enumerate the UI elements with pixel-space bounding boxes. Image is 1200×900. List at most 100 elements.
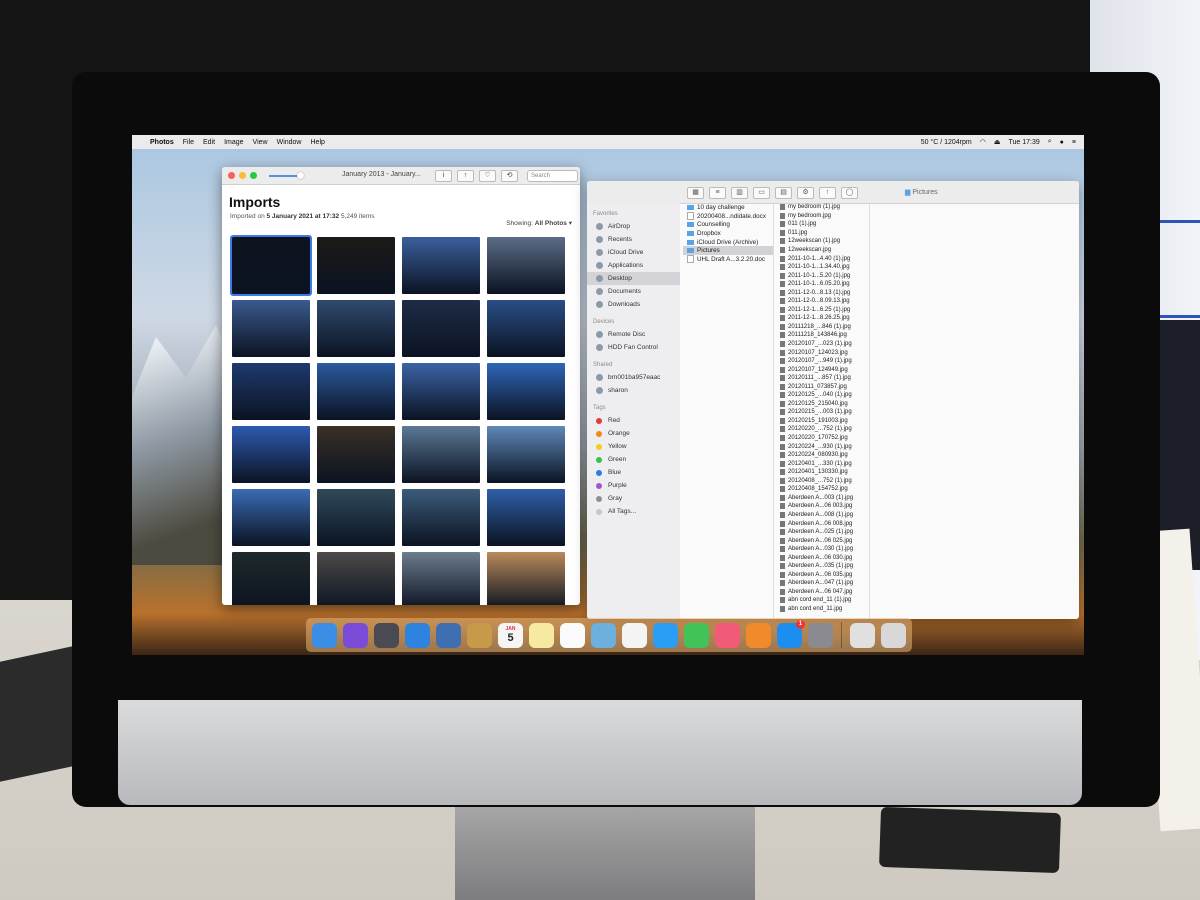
- tag-icon[interactable]: ◯: [841, 187, 858, 199]
- eject-icon[interactable]: ⏏: [994, 138, 1001, 146]
- music-icon[interactable]: [715, 622, 740, 648]
- action-gear-icon[interactable]: ⚙: [797, 187, 814, 199]
- pictures-item[interactable]: 20120408_...752 (1).jpg: [777, 477, 869, 486]
- sidebar-tag-all-tags-[interactable]: All Tags...: [587, 505, 680, 518]
- menu-file[interactable]: File: [183, 139, 194, 146]
- gallery-view-button[interactable]: ▭: [753, 187, 770, 199]
- preview-icon[interactable]: [436, 622, 461, 648]
- photo-thumbnail[interactable]: [317, 300, 395, 357]
- showing-filter[interactable]: Showing: All Photos ▾: [506, 219, 572, 227]
- launchpad-icon[interactable]: [374, 622, 399, 648]
- messages-icon[interactable]: [653, 622, 678, 648]
- photos-search-input[interactable]: Search: [527, 170, 578, 182]
- app-store-icon[interactable]: 1: [777, 619, 805, 648]
- sidebar-tag-green[interactable]: Green: [587, 453, 680, 466]
- pictures-item[interactable]: 011 (1).jpg: [777, 220, 869, 229]
- icon-view-button[interactable]: ▦: [687, 187, 704, 199]
- sidebar-item-airdrop[interactable]: AirDrop: [587, 220, 680, 233]
- pictures-item[interactable]: 20120401_...330 (1).jpg: [777, 459, 869, 468]
- photo-thumbnail[interactable]: [317, 363, 395, 420]
- photo-thumbnail[interactable]: [402, 552, 480, 605]
- pictures-item[interactable]: 12weekscan (1).jpg: [777, 237, 869, 246]
- pictures-item[interactable]: 20120111_...857 (1).jpg: [777, 374, 869, 383]
- pictures-item[interactable]: 20120107_...023 (1).jpg: [777, 340, 869, 349]
- photo-thumbnail[interactable]: [232, 489, 310, 546]
- pictures-item[interactable]: Aberdeen A...06 025.jpg: [777, 536, 869, 545]
- menu-edit[interactable]: Edit: [203, 139, 215, 146]
- pictures-item[interactable]: Aberdeen A...047 (1).jpg: [777, 579, 869, 588]
- photo-thumbnail[interactable]: [487, 552, 565, 605]
- pictures-item[interactable]: 20120215_...003 (1).jpg: [777, 408, 869, 417]
- finder-icon[interactable]: [312, 622, 337, 648]
- photo-thumbnail[interactable]: [487, 237, 565, 294]
- photos-icon[interactable]: [622, 622, 647, 648]
- pictures-item[interactable]: 2011-10-1...6.05.20.jpg: [777, 280, 869, 289]
- search-icon[interactable]: ⌕: [1048, 138, 1052, 146]
- sidebar-tag-gray[interactable]: Gray: [587, 492, 680, 505]
- desktop-item[interactable]: 10 day challenge: [683, 203, 773, 212]
- pictures-item[interactable]: 20120107_...949 (1).jpg: [777, 357, 869, 366]
- pictures-item[interactable]: 2011-10-1...1.34.40.jpg: [777, 263, 869, 272]
- pictures-item[interactable]: 2011-12-1...6.25 (1).jpg: [777, 306, 869, 315]
- pictures-item[interactable]: 2011-12-1...8.26.25.jpg: [777, 314, 869, 323]
- pictures-item[interactable]: my bedroom (1).jpg: [777, 203, 869, 212]
- list-view-button[interactable]: ≡: [709, 187, 726, 199]
- calendar-icon[interactable]: JAN 5: [498, 622, 523, 648]
- pictures-item[interactable]: 20120107_124023.jpg: [777, 348, 869, 357]
- books-icon[interactable]: [746, 622, 771, 648]
- pictures-item[interactable]: 20111218_...846 (1).jpg: [777, 323, 869, 332]
- sidebar-item-recents[interactable]: Recents: [587, 233, 680, 246]
- sidebar-item-downloads[interactable]: Downloads: [587, 298, 680, 311]
- user-icon[interactable]: ●: [1060, 139, 1064, 146]
- photo-thumbnail[interactable]: [317, 489, 395, 546]
- sidebar-shared-sharon[interactable]: sharon: [587, 384, 680, 397]
- trash-icon[interactable]: [881, 622, 906, 648]
- pictures-item[interactable]: Aberdeen A...025 (1).jpg: [777, 528, 869, 537]
- reminders-icon[interactable]: [560, 622, 585, 648]
- pictures-item[interactable]: 20120111_073857.jpg: [777, 382, 869, 391]
- contacts-icon[interactable]: [467, 622, 492, 648]
- pictures-item[interactable]: 20120224_080930.jpg: [777, 451, 869, 460]
- pictures-item[interactable]: Aberdeen A...030 (1).jpg: [777, 545, 869, 554]
- notes-icon[interactable]: [529, 622, 554, 648]
- pictures-item[interactable]: 20120107_124949.jpg: [777, 365, 869, 374]
- desktop-item[interactable]: 20200408...ndidate.docx: [683, 212, 773, 221]
- rotate-icon[interactable]: ⟲: [501, 170, 518, 182]
- photo-thumbnail[interactable]: [232, 552, 310, 605]
- photo-thumbnail[interactable]: [487, 489, 565, 546]
- pictures-item[interactable]: 2011-12-0...8.09.13.jpg: [777, 297, 869, 306]
- pictures-item[interactable]: Aberdeen A...008 (1).jpg: [777, 511, 869, 520]
- sidebar-device-remote-disc[interactable]: Remote Disc: [587, 328, 680, 341]
- pictures-item[interactable]: 2011-12-0...8.13 (1).jpg: [777, 288, 869, 297]
- pictures-item[interactable]: Aberdeen A...06 035.jpg: [777, 571, 869, 580]
- pictures-item[interactable]: Aberdeen A...035 (1).jpg: [777, 562, 869, 571]
- sidebar-item-icloud-drive[interactable]: iCloud Drive: [587, 246, 680, 259]
- wifi-icon[interactable]: ◠: [980, 138, 986, 146]
- sidebar-tag-red[interactable]: Red: [587, 414, 680, 427]
- desktop-item[interactable]: Dropbox: [683, 229, 773, 238]
- clock[interactable]: Tue 17:39: [1008, 139, 1039, 146]
- pictures-item[interactable]: 20111218_143846.jpg: [777, 331, 869, 340]
- maps-icon[interactable]: [591, 622, 616, 648]
- pictures-item[interactable]: 20120220_...752 (1).jpg: [777, 425, 869, 434]
- safari-icon[interactable]: [405, 622, 430, 648]
- group-button[interactable]: ▤: [775, 187, 792, 199]
- photo-thumbnail[interactable]: [230, 235, 312, 296]
- share-icon[interactable]: ↑: [457, 170, 474, 182]
- desktop-item[interactable]: iCloud Drive (Archive): [683, 238, 773, 247]
- column-view-button[interactable]: ▥: [731, 187, 748, 199]
- menu-help[interactable]: Help: [311, 139, 325, 146]
- photo-thumbnail[interactable]: [317, 426, 395, 483]
- menu-app-name[interactable]: Photos: [150, 139, 174, 146]
- pictures-item[interactable]: 011.jpg: [777, 229, 869, 238]
- pictures-item[interactable]: Aberdeen A...06 008.jpg: [777, 519, 869, 528]
- photo-thumbnail[interactable]: [487, 426, 565, 483]
- photo-thumbnail[interactable]: [402, 237, 480, 294]
- sidebar-item-applications[interactable]: Applications: [587, 259, 680, 272]
- pictures-item[interactable]: Aberdeen A...003 (1).jpg: [777, 494, 869, 503]
- sidebar-item-desktop[interactable]: Desktop: [587, 272, 680, 285]
- pictures-item[interactable]: Aberdeen A...06 030.jpg: [777, 553, 869, 562]
- pictures-item[interactable]: 20120224_...930 (1).jpg: [777, 442, 869, 451]
- sidebar-device-hdd-fan-control[interactable]: HDD Fan Control: [587, 341, 680, 354]
- heart-icon[interactable]: ♡: [479, 170, 496, 182]
